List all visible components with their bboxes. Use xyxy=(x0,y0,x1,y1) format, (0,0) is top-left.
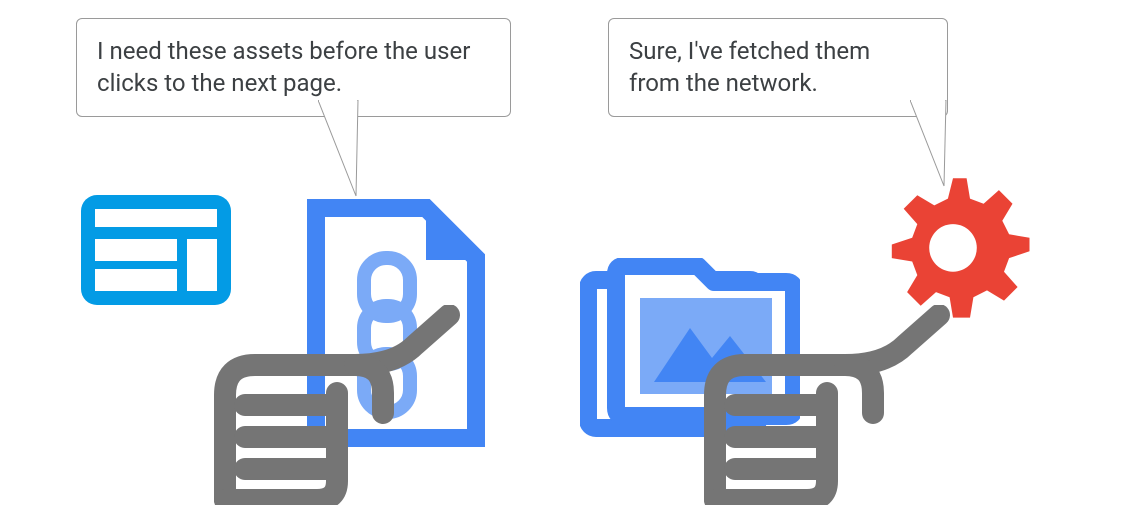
browser-window-icon xyxy=(81,195,231,305)
speech-text: I need these assets before the user clic… xyxy=(97,37,470,97)
speech-tail-left xyxy=(318,100,378,200)
speech-bubble-right: Sure, I've fetched them from the network… xyxy=(608,18,948,117)
hand-pointing-icon xyxy=(205,305,465,505)
speech-text: Sure, I've fetched them from the network… xyxy=(629,37,870,97)
speech-bubble-left: I need these assets before the user clic… xyxy=(76,18,511,117)
diagram-stage: I need these assets before the user clic… xyxy=(0,0,1130,528)
gear-icon xyxy=(868,168,1038,338)
